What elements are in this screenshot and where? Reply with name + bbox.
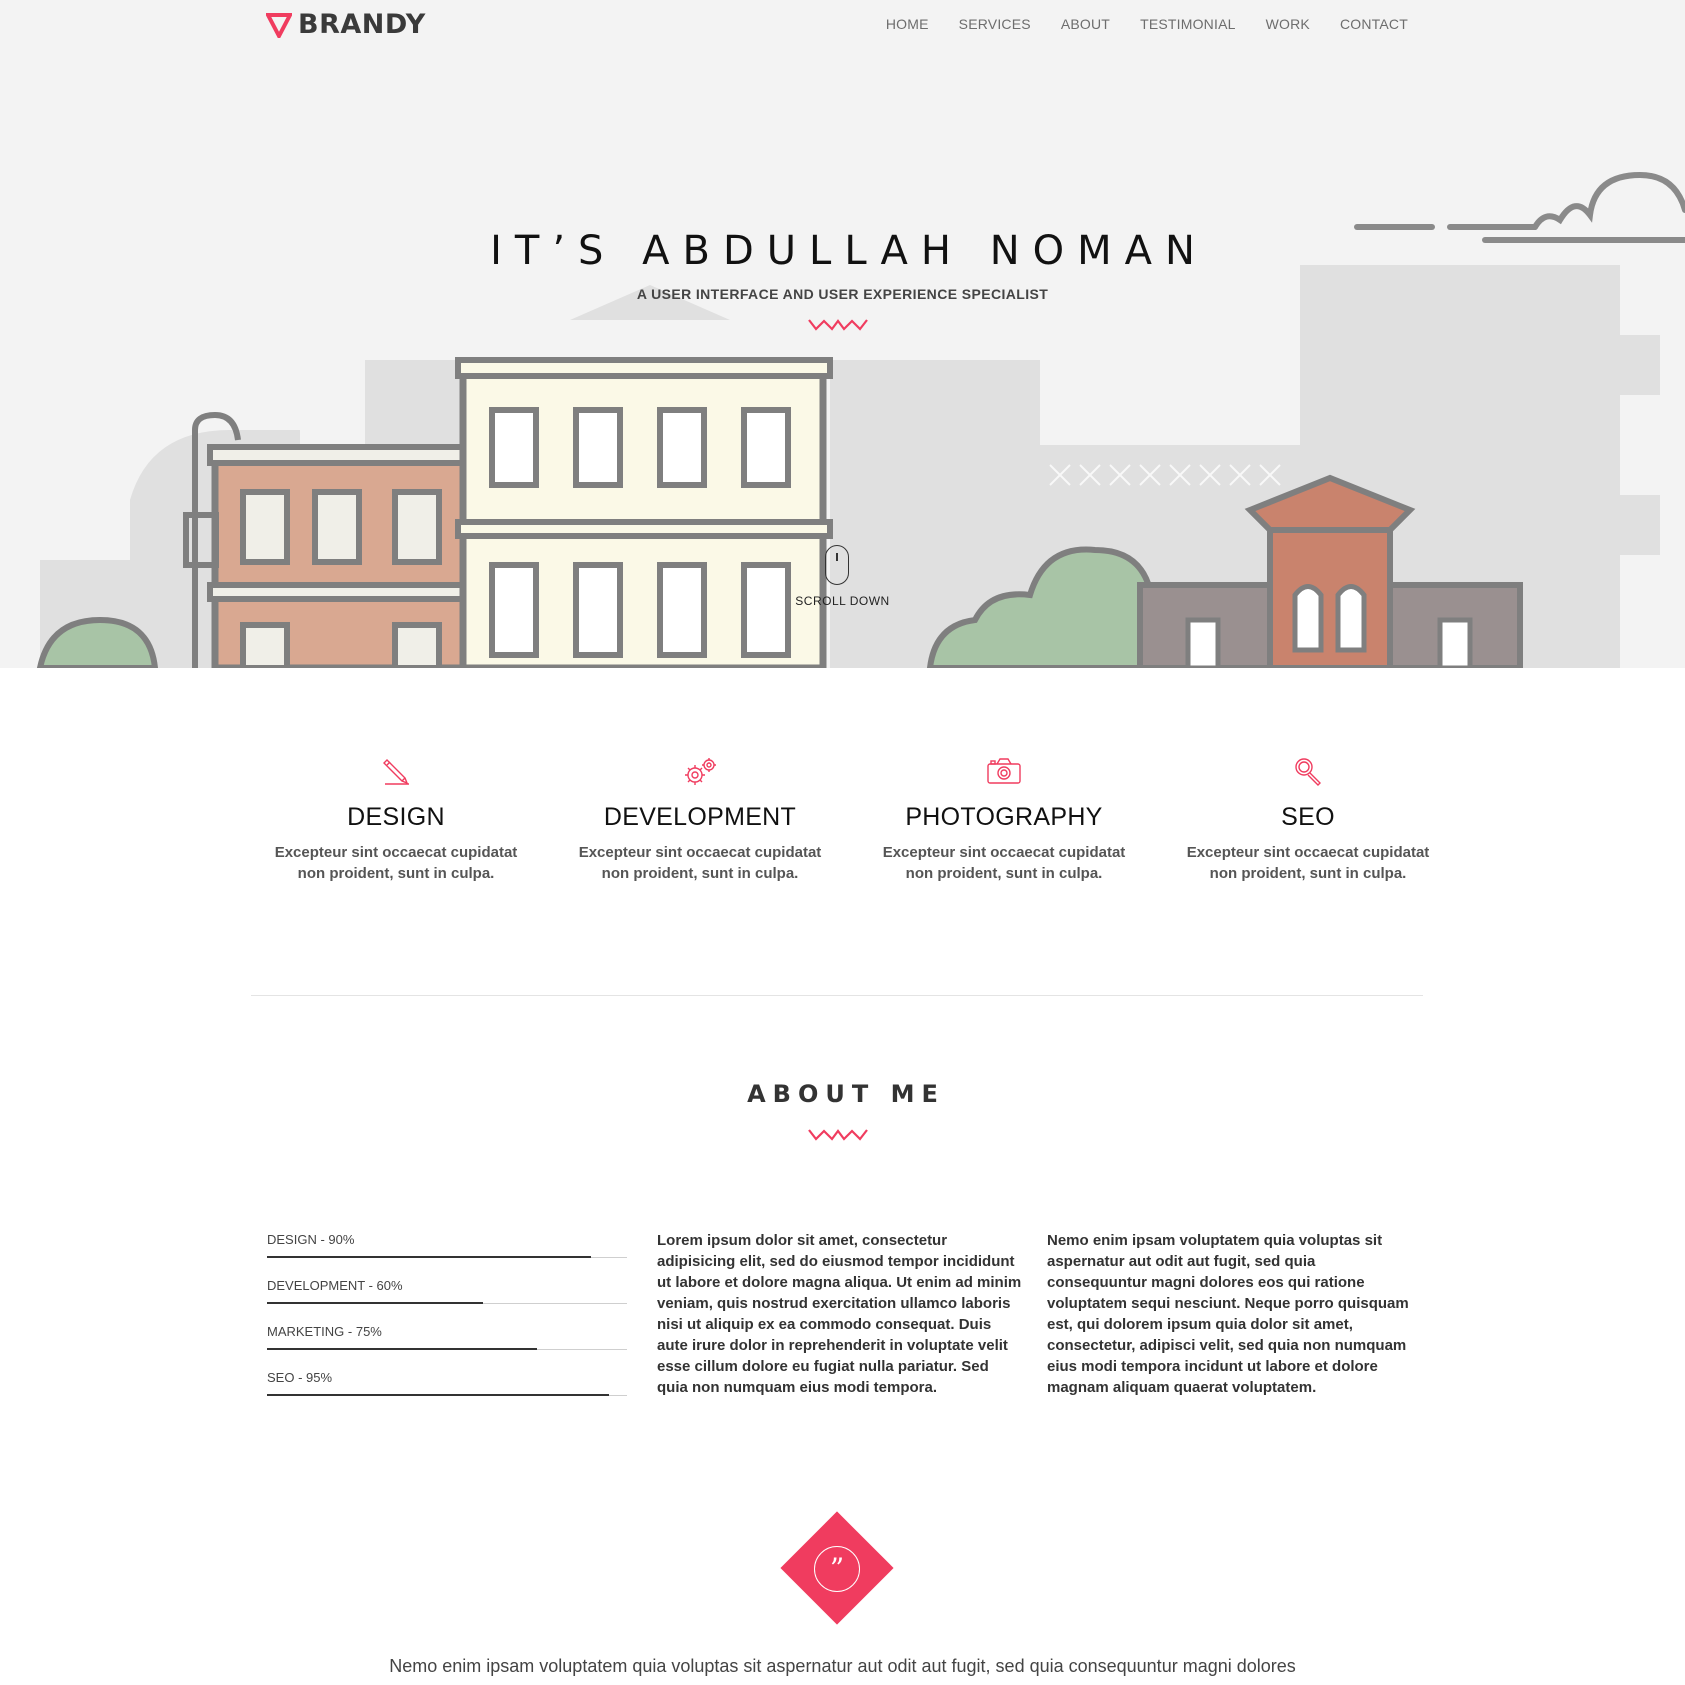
- service-title: SEO: [1281, 803, 1335, 831]
- scroll-down-label[interactable]: SCROLL DOWN: [0, 594, 1685, 608]
- mouse-scroll-icon[interactable]: [825, 545, 849, 585]
- quote-icon: ”: [814, 1546, 860, 1592]
- service-title: PHOTOGRAPHY: [905, 803, 1103, 831]
- zigzag-divider-icon: [808, 319, 868, 331]
- main-nav: HOME SERVICES ABOUT TESTIMONIAL WORK CON…: [856, 16, 1408, 32]
- about-title: ABOUT ME: [747, 1080, 945, 1108]
- skill-track: [267, 1394, 627, 1396]
- services-section: DESIGN Excepteur sint occaecat cupidatat…: [267, 755, 1437, 884]
- skill-bar-fill: [267, 1256, 591, 1258]
- hero-title: IT’S ABDULLAH NOMAN: [490, 228, 1208, 274]
- skill-item: DEVELOPMENT - 60%: [267, 1278, 627, 1324]
- hero-subtitle: A USER INTERFACE AND USER EXPERIENCE SPE…: [636, 286, 1049, 302]
- skill-bar-fill: [267, 1394, 609, 1396]
- nav-testimonial[interactable]: TESTIMONIAL: [1140, 16, 1236, 32]
- skill-bar-fill: [267, 1302, 483, 1304]
- service-text: Excepteur sint occaecat cupidatat non pr…: [882, 844, 1126, 882]
- service-design: DESIGN Excepteur sint occaecat cupidatat…: [267, 755, 525, 884]
- service-development: DEVELOPMENT Excepteur sint occaecat cupi…: [571, 755, 829, 884]
- section-divider: [251, 995, 1423, 996]
- service-text: Excepteur sint occaecat cupidatat non pr…: [274, 844, 518, 882]
- gears-icon: [685, 758, 716, 785]
- logo-text: BRANDY: [298, 9, 426, 40]
- skill-label: DEVELOPMENT - 60%: [267, 1278, 403, 1293]
- triangle-logo-icon: [266, 12, 292, 38]
- service-text: Excepteur sint occaecat cupidatat non pr…: [578, 844, 822, 882]
- hero-section: BRANDY HOME SERVICES ABOUT TESTIMONIAL W…: [0, 0, 1685, 668]
- zigzag-divider-icon: [808, 1129, 868, 1141]
- service-seo: SEO Excepteur sint occaecat cupidatat no…: [1179, 755, 1437, 884]
- camera-icon: [987, 758, 1021, 784]
- service-text: Excepteur sint occaecat cupidatat non pr…: [1186, 844, 1430, 882]
- pencil-icon: [383, 759, 409, 785]
- skill-track: [267, 1348, 627, 1350]
- magnifier-icon: [1295, 758, 1321, 786]
- skills-list: DESIGN - 90% DEVELOPMENT - 60% MARKETING…: [267, 1232, 627, 1416]
- testimonial-text: Nemo enim ipsam voluptatem quia voluptas…: [389, 1656, 1296, 1676]
- navbar: BRANDY HOME SERVICES ABOUT TESTIMONIAL W…: [0, 0, 1685, 52]
- skill-item: DESIGN - 90%: [267, 1232, 627, 1278]
- skill-item: MARKETING - 75%: [267, 1324, 627, 1370]
- skill-label: MARKETING - 75%: [267, 1324, 382, 1339]
- skill-item: SEO - 95%: [267, 1370, 627, 1416]
- service-title: DEVELOPMENT: [603, 803, 797, 831]
- skill-label: DESIGN - 90%: [267, 1232, 355, 1247]
- skill-label: SEO - 95%: [267, 1370, 333, 1385]
- service-title: DESIGN: [347, 803, 445, 831]
- skill-bar-fill: [267, 1348, 537, 1350]
- nav-contact[interactable]: CONTACT: [1340, 16, 1408, 32]
- about-text-column-2: Nemo enim ipsam voluptatem quia voluptas…: [1047, 1232, 1409, 1396]
- nav-work[interactable]: WORK: [1266, 16, 1310, 32]
- logo[interactable]: BRANDY: [266, 9, 426, 40]
- nav-home[interactable]: HOME: [886, 16, 929, 32]
- service-photography: PHOTOGRAPHY Excepteur sint occaecat cupi…: [875, 755, 1133, 884]
- nav-services[interactable]: SERVICES: [959, 16, 1031, 32]
- nav-about[interactable]: ABOUT: [1061, 16, 1110, 32]
- about-text-column-1: Lorem ipsum dolor sit amet, consectetur …: [657, 1232, 1022, 1396]
- skill-track: [267, 1256, 627, 1258]
- skill-track: [267, 1302, 627, 1304]
